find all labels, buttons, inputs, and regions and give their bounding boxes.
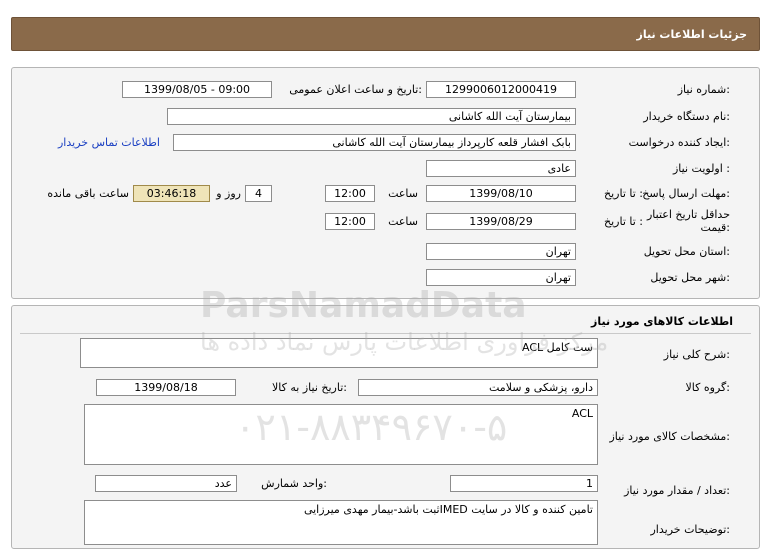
buyer-notes-field: تامین کننده و کالا در سایت IMEDثبت باشد-…: [84, 500, 598, 545]
need-number-field: 1299006012000419: [426, 81, 576, 98]
buyer-notes-label: توضیحات خریدار:: [650, 523, 731, 536]
goods-group-label: گروه کالا:: [685, 381, 730, 394]
priority-field: عادی: [426, 160, 576, 177]
days-label: روز و: [216, 187, 241, 200]
announce-datetime-label: تاریخ و ساعت اعلان عمومی:: [289, 83, 422, 96]
validity-date-field: 1399/08/29: [426, 213, 576, 230]
spec-label: مشخصات کالای مورد نیاز:: [609, 430, 730, 443]
quantity-field: 1: [450, 475, 598, 492]
buyer-org-label: نام دستگاه خریدار:: [643, 110, 730, 123]
creator-label: ایجاد کننده درخواست:: [628, 136, 730, 149]
deadline-date-field: 1399/08/10: [426, 185, 576, 202]
validity-until-label: تا تاریخ :: [604, 215, 643, 228]
validity-time-field: 12:00: [325, 213, 375, 230]
deadline-until-label: تا تاریخ :: [604, 187, 643, 200]
quantity-label: تعداد / مقدار مورد نیاز:: [624, 484, 730, 497]
summary-label: شرح کلی نیاز:: [663, 348, 730, 361]
deadline-time-field: 12:00: [325, 185, 375, 202]
city-field: تهران: [426, 269, 576, 286]
province-label: استان محل تحویل:: [643, 245, 730, 258]
unit-label: واحد شمارش:: [261, 477, 327, 490]
unit-field: عدد: [95, 475, 237, 492]
need-info-panel: [11, 67, 760, 299]
city-label: شهر محل تحویل:: [650, 271, 730, 284]
watermark-phone: ۰۲۱-۸۸۳۴۹۶۷۰-۵: [235, 405, 508, 449]
validity-time-label: ساعت: [388, 215, 418, 228]
days-remaining-field: 4: [245, 185, 272, 202]
remaining-time-field: 03:46:18: [133, 185, 210, 202]
priority-label: اولویت نیاز :: [672, 162, 730, 175]
need-date-field: 1399/08/18: [96, 379, 236, 396]
deadline-time-label: ساعت: [388, 187, 418, 200]
need-date-label: تاریخ نیاز به کالا:: [272, 381, 347, 394]
goods-section-title: اطلاعات کالاهای مورد نیاز: [591, 315, 733, 328]
goods-group-field: دارو، پزشکی و سلامت: [358, 379, 598, 396]
remaining-time-label: ساعت باقی مانده: [47, 187, 129, 200]
creator-field: بابک افشار قلعه کارپرداز بیمارستان آیت ا…: [173, 134, 576, 151]
watermark-brand: ParsNamadData: [200, 285, 527, 326]
page-header: جزئیات اطلاعات نیاز: [11, 17, 760, 51]
watermark-tagline: مرکز فراوری اطلاعات پارس نماد داده ها: [200, 328, 609, 356]
page-title: جزئیات اطلاعات نیاز: [636, 28, 748, 41]
deadline-label: مهلت ارسال پاسخ:: [642, 187, 730, 200]
announce-datetime-field: 1399/08/05 - 09:00: [122, 81, 272, 98]
buyer-contact-link[interactable]: اطلاعات تماس خریدار: [58, 136, 160, 149]
buyer-org-field: بیمارستان آیت الله کاشانی: [167, 108, 576, 125]
need-number-label: شماره نیاز:: [677, 83, 730, 96]
province-field: تهران: [426, 243, 576, 260]
